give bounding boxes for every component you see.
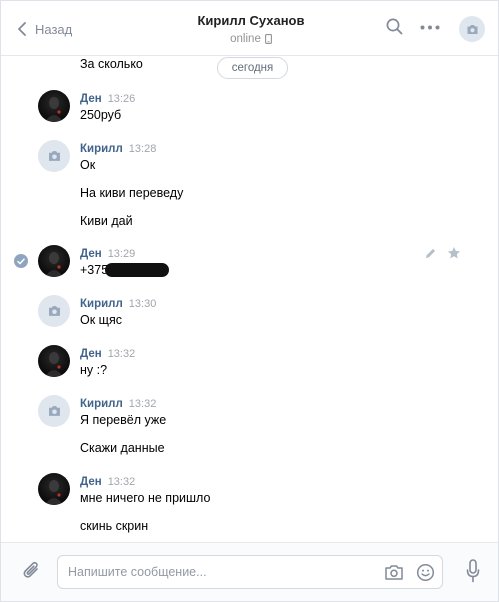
message-text: За сколько [80, 57, 143, 71]
message-author[interactable]: Ден 13:32 [80, 476, 135, 488]
avatar[interactable] [38, 140, 70, 172]
message-time: 13:32 [128, 398, 157, 410]
phone-icon [264, 34, 272, 44]
avatar[interactable] [38, 345, 70, 377]
chat-title: Кирилл Суханов [197, 13, 305, 28]
camera-icon [48, 306, 60, 316]
camera-icon [48, 151, 60, 161]
avatar[interactable] [38, 90, 70, 122]
avatar[interactable] [38, 295, 70, 327]
selected-check[interactable] [14, 254, 28, 268]
chat-avatar[interactable] [459, 16, 485, 42]
smile-icon[interactable] [416, 563, 435, 582]
chat-title-block[interactable]: Кирилл Суханов online [131, 13, 371, 45]
message-author[interactable]: Ден 13:32 [80, 348, 135, 360]
search-icon[interactable] [386, 18, 403, 35]
message-input[interactable] [68, 565, 368, 579]
microphone-icon[interactable] [466, 559, 480, 583]
message-history[interactable]: За сколько сегодня Ден 13:26 250руб Кирил… [1, 57, 498, 541]
user-photo-icon [45, 252, 63, 277]
camera-icon[interactable] [384, 564, 404, 581]
message-composer [1, 542, 498, 601]
message-author[interactable]: Ден 13:29 [80, 248, 135, 260]
message-time: 13:30 [128, 298, 157, 310]
avatar[interactable] [38, 395, 70, 427]
message-text: мне ничего не пришло [80, 491, 211, 505]
camera-icon [467, 24, 477, 34]
back-label: Назад [35, 21, 73, 37]
message-time: 13:32 [107, 476, 136, 488]
pencil-icon[interactable] [424, 247, 437, 260]
message-text: На киви переведу [80, 186, 184, 200]
message-text: скинь скрин [80, 519, 149, 533]
date-separator[interactable]: сегодня [217, 57, 288, 79]
message-author[interactable]: Кирилл 13:32 [80, 398, 156, 410]
star-icon[interactable] [447, 246, 461, 260]
message-text: Ок щяс [80, 313, 122, 327]
chat-header: Назад Кирилл Суханов online [1, 1, 498, 56]
message-input-box[interactable] [57, 555, 443, 589]
user-photo-icon [45, 352, 63, 377]
redaction-mark [105, 263, 169, 277]
message-text: Скажи данные [80, 441, 165, 455]
check-icon [17, 257, 25, 264]
message-time: 13:32 [107, 348, 136, 360]
status-text: online [230, 33, 261, 45]
avatar[interactable] [38, 245, 70, 277]
user-photo-icon [45, 480, 63, 505]
message-text: Я перевёл уже [80, 413, 167, 427]
message-text: Ок [80, 158, 96, 172]
more-dots-icon[interactable] [420, 25, 440, 30]
message-time: 13:28 [128, 143, 157, 155]
message-text: ну :? [80, 363, 108, 377]
back-button[interactable]: Назад [17, 20, 72, 38]
user-photo-icon [45, 97, 63, 122]
message-time: 13:29 [107, 248, 136, 260]
message-text: 250руб [80, 108, 122, 122]
avatar[interactable] [38, 473, 70, 505]
chat-window: Назад Кирилл Суханов online За сколько с… [0, 0, 499, 602]
online-status: online [131, 33, 371, 45]
message-text: +375 [80, 263, 109, 277]
message-author[interactable]: Кирилл 13:30 [80, 298, 156, 310]
message-author[interactable]: Ден 13:26 [80, 93, 135, 105]
paperclip-icon[interactable] [22, 560, 42, 582]
message-time: 13:26 [107, 93, 136, 105]
message-author[interactable]: Кирилл 13:28 [80, 143, 156, 155]
camera-icon [48, 406, 60, 416]
message-text: Киви дай [80, 214, 133, 228]
chevron-left-icon [18, 22, 26, 36]
